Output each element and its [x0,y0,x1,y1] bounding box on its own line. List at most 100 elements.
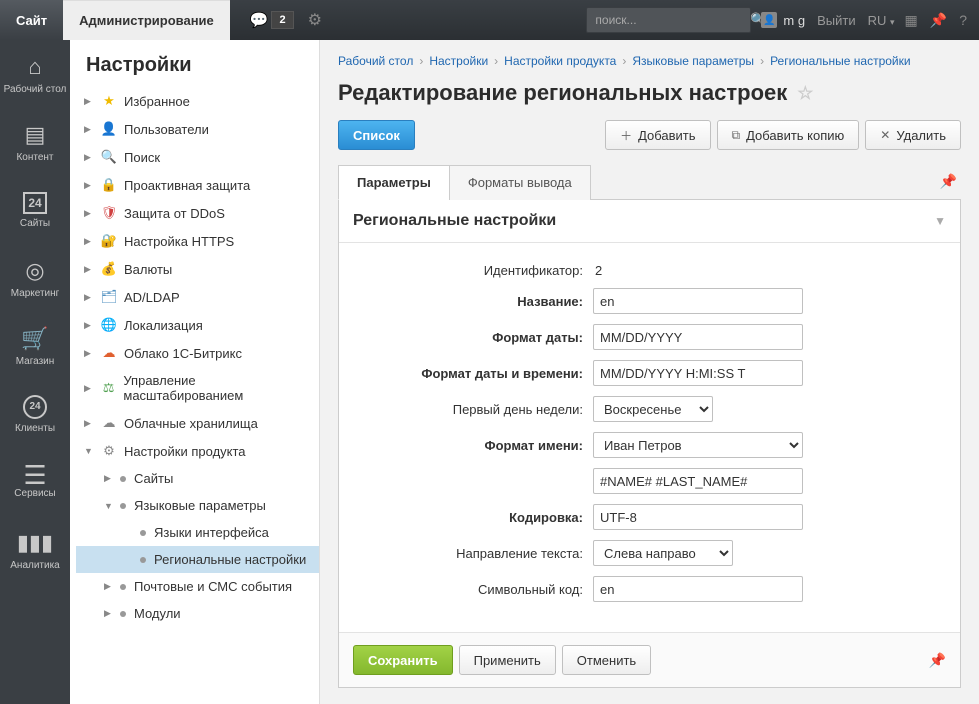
tree-item[interactable]: ▶🗂AD/LDAP [76,283,319,311]
logout-link[interactable]: Выйти [817,13,856,28]
gear-icon[interactable]: ⚙ [308,10,322,30]
tree-item[interactable]: ▶Сайты [76,465,319,492]
id-value: 2 [593,259,604,282]
breadcrumb-link[interactable]: Языковые параметры [632,54,754,68]
iconbar-clients[interactable]: 24Клиенты [0,380,70,448]
breadcrumb-link[interactable]: Настройки [429,54,488,68]
tree-item[interactable]: ▶🔒Проактивная защита [76,171,319,199]
apply-button[interactable]: Применить [459,645,556,675]
copy-button[interactable]: ⧉Добавить копию [717,120,860,150]
tree-item[interactable]: ▶★Избранное [76,87,319,115]
tree-item[interactable]: ▶⚖Управление масштабированием [76,367,319,409]
code-input[interactable] [593,576,803,602]
collapse-icon[interactable]: ▼ [934,214,946,228]
tree-label: Настройка HTTPS [124,234,234,249]
datetime-input[interactable] [593,360,803,386]
services-icon: ☰ [23,466,46,484]
name-input[interactable] [593,288,803,314]
tree-item[interactable]: ▶☁Облако 1С-Битрикс [76,339,319,367]
tree-item[interactable]: Региональные настройки [76,546,319,573]
list-button[interactable]: Список [338,120,415,150]
dot-icon [120,611,126,617]
footer-pin-icon[interactable]: 📌 [929,652,946,669]
date-input[interactable] [593,324,803,350]
nameformat-input[interactable] [593,468,803,494]
avatar-icon: 👤 [761,12,777,28]
encoding-input[interactable] [593,504,803,530]
iconbar-services[interactable]: ☰Сервисы [0,448,70,516]
user-menu[interactable]: 👤 m g [761,12,805,28]
arrow-icon: ▶ [84,96,96,107]
tree-label: Настройки продукта [124,444,246,459]
iconbar-content[interactable]: ▤Контент [0,108,70,176]
topbar: Сайт Администрирование 💬 2 ⚙ 🔍 👤 m g Вый… [0,0,979,40]
copy-icon: ⧉ [732,128,741,143]
cancel-button[interactable]: Отменить [562,645,651,675]
tree-item[interactable]: ▶💰Валюты [76,255,319,283]
tree-item[interactable]: ▶Модули [76,600,319,627]
tree-label: Валюты [124,262,172,277]
tab-site[interactable]: Сайт [0,0,63,40]
direction-select[interactable]: Слева направо [593,540,733,566]
tab-admin[interactable]: Администрирование [63,0,230,40]
tree-label: AD/LDAP [124,290,180,305]
tree-item[interactable]: ▼Языковые параметры [76,492,319,519]
breadcrumb-link[interactable]: Рабочий стол [338,54,413,68]
tree-item[interactable]: ▼⚙Настройки продукта [76,437,319,465]
iconbar-sites[interactable]: 24Сайты [0,176,70,244]
delete-button[interactable]: ✕Удалить [865,120,961,150]
firstday-select[interactable]: Воскресенье [593,396,713,422]
nameformat-select[interactable]: Иван Петров [593,432,803,458]
tab-formats[interactable]: Форматы вывода [449,165,591,200]
arrow-icon: ▶ [84,152,96,163]
iconbar-analytics[interactable]: ▮▮▮Аналитика [0,516,70,584]
tree-item[interactable]: ▶Почтовые и СМС события [76,573,319,600]
search-input[interactable] [595,13,750,27]
search-box[interactable]: 🔍 [586,7,751,33]
lang-switch[interactable]: RU ▾ [868,13,895,28]
calendar-icon[interactable]: ▦ [905,12,918,29]
iconbar-shop[interactable]: 🛒Магазин [0,312,70,380]
breadcrumb-link[interactable]: Настройки продукта [504,54,616,68]
tree-label: Сайты [134,471,173,486]
chevron-icon: › [494,54,498,68]
main-content: Рабочий стол›Настройки›Настройки продукт… [320,40,979,704]
tree-item[interactable]: Языки интерфейса [76,519,319,546]
tree-label: Почтовые и СМС события [134,579,292,594]
tree-icon: 🌐 [100,317,118,333]
arrow-icon: ▶ [84,236,96,247]
notifications[interactable]: 💬 2 [250,11,294,29]
tree-item[interactable]: ▶🌐Локализация [76,311,319,339]
star-icon[interactable]: ☆ [797,83,813,104]
tree-item[interactable]: ▶🛡Защита от DDoS [76,199,319,227]
tabs-pin-icon[interactable]: 📌 [940,173,961,190]
tree-icon: ★ [100,93,118,109]
tree-item[interactable]: ▶👤Пользователи [76,115,319,143]
close-icon: ✕ [880,128,890,142]
user-name: m g [783,13,805,28]
tree-icon: 🔍 [100,149,118,165]
breadcrumb-link[interactable]: Региональные настройки [770,54,911,68]
tree-item[interactable]: ▶🔍Поиск [76,143,319,171]
iconbar-desktop[interactable]: ⌂Рабочий стол [0,40,70,108]
sidebar-tree: Настройки ▶★Избранное▶👤Пользователи▶🔍Пои… [70,40,320,704]
tree-title: Настройки [76,54,319,77]
save-button[interactable]: Сохранить [353,645,453,675]
tree-item[interactable]: ▶🔐Настройка HTTPS [76,227,319,255]
tab-params[interactable]: Параметры [338,165,450,200]
iconbar-marketing[interactable]: ◎Маркетинг [0,244,70,312]
comment-icon: 💬 [250,11,269,29]
help-icon[interactable]: ? [959,12,967,28]
encoding-label: Кодировка: [353,510,593,525]
chart-icon: ▮▮▮ [17,530,53,556]
add-button[interactable]: ＋Добавить [605,120,710,150]
arrow-icon: ▶ [84,320,96,331]
arrow-icon: ▼ [104,501,116,511]
tree-label: Проактивная защита [124,178,250,193]
pin-icon[interactable]: 📌 [930,12,947,29]
code-label: Символьный код: [353,582,593,597]
tree-icon: ☁ [100,415,118,431]
dot-icon [140,557,146,563]
notif-count: 2 [271,11,293,29]
tree-item[interactable]: ▶☁Облачные хранилища [76,409,319,437]
